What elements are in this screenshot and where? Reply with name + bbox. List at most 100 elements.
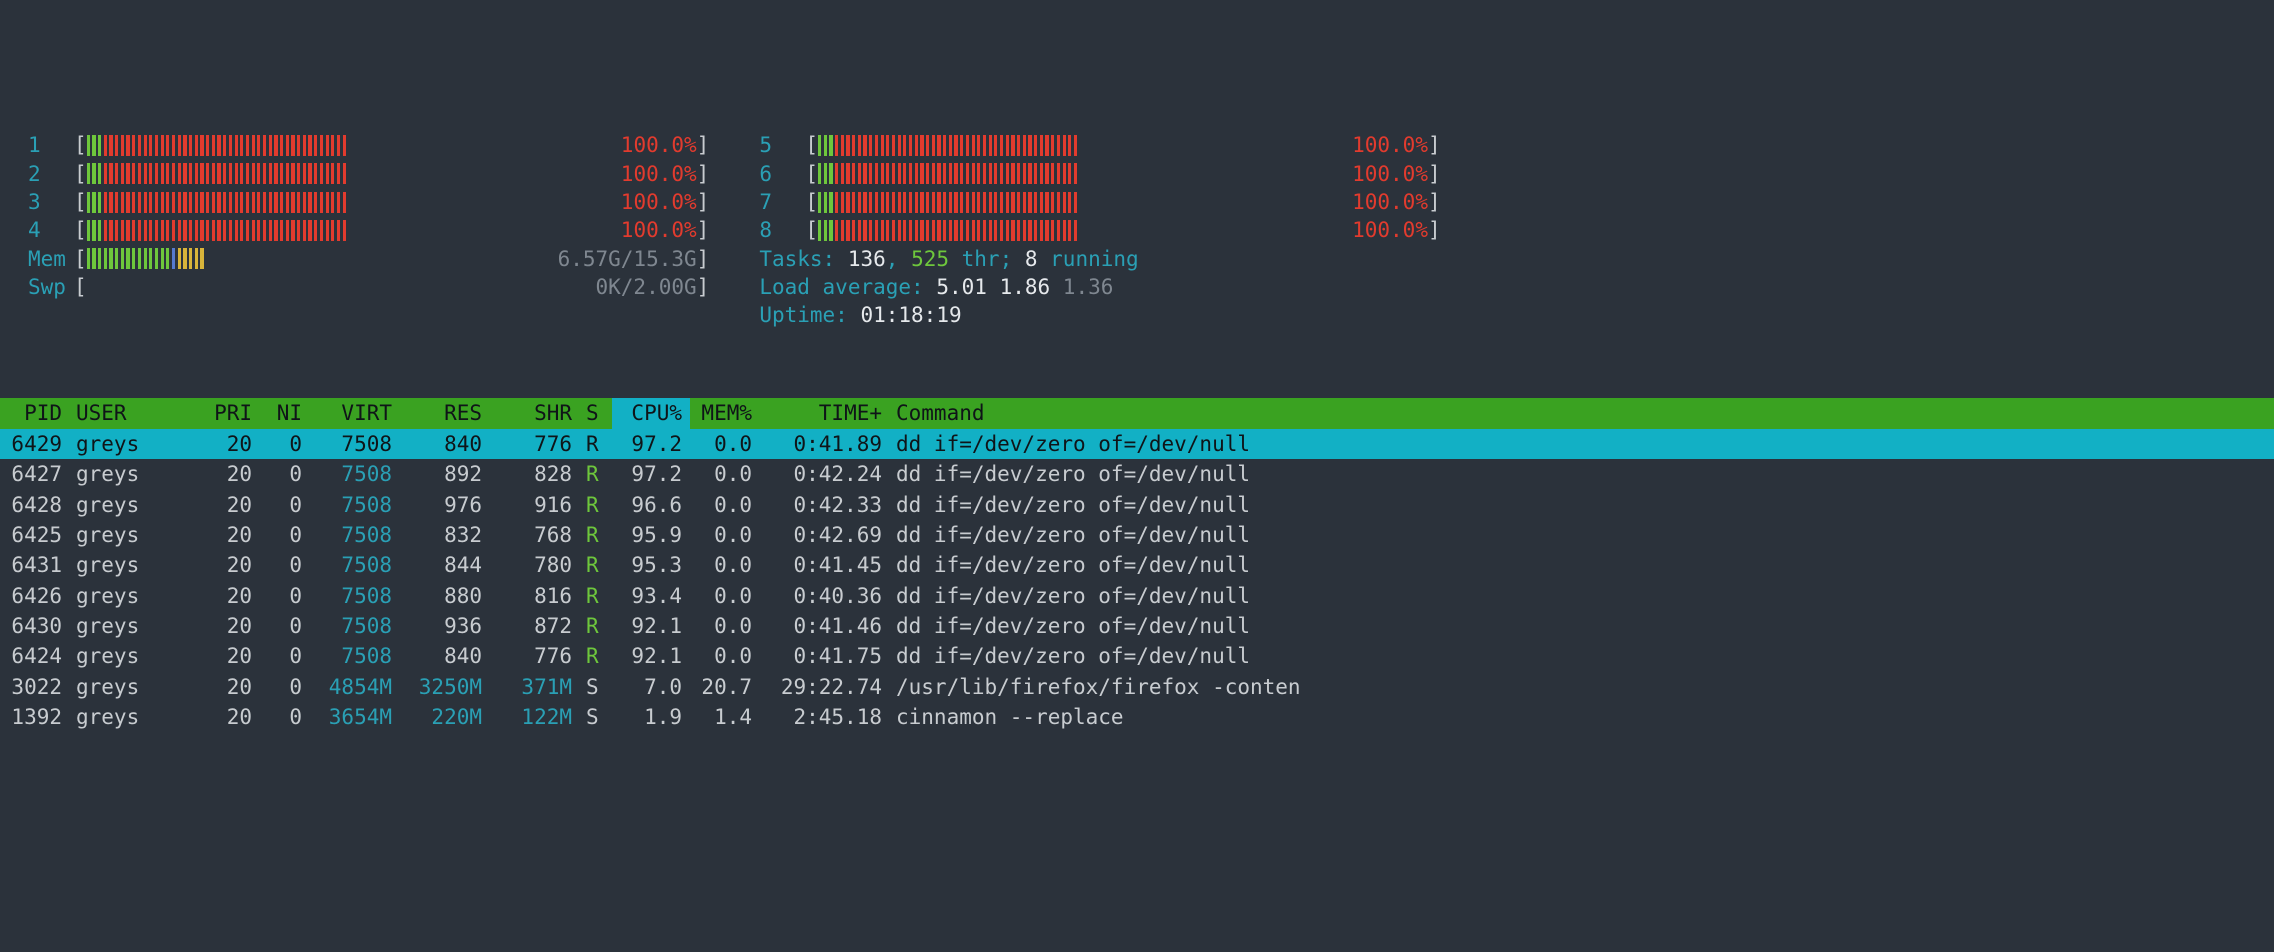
col-user[interactable]: USER bbox=[70, 398, 200, 428]
cell-mem: 0.0 bbox=[690, 459, 760, 489]
col-shr[interactable]: SHR bbox=[490, 398, 580, 428]
cell-ni: 0 bbox=[260, 520, 310, 550]
cpu-percent: 100.0% bbox=[621, 188, 697, 216]
col-pid[interactable]: PID bbox=[0, 398, 70, 428]
cpu-label: 4 bbox=[28, 216, 74, 244]
cell-res: 840 bbox=[400, 429, 490, 459]
cpu-percent: 100.0% bbox=[1352, 160, 1428, 188]
table-header-row[interactable]: PID USER PRI NI VIRT RES SHR S CPU% MEM%… bbox=[0, 398, 2274, 428]
cell-user: greys bbox=[70, 581, 200, 611]
meter-bracket-close: ] bbox=[697, 216, 710, 244]
cell-ni: 0 bbox=[260, 550, 310, 580]
col-pri[interactable]: PRI bbox=[200, 398, 260, 428]
cell-res: 840 bbox=[400, 641, 490, 671]
cell-command: dd if=/dev/zero of=/dev/null bbox=[890, 550, 2274, 580]
cpu-meter-7: 7[100.0%] bbox=[759, 188, 1440, 216]
col-s[interactable]: S bbox=[580, 398, 612, 428]
cell-shr: 768 bbox=[490, 520, 580, 550]
cell-time: 2:45.18 bbox=[760, 702, 890, 732]
process-row[interactable]: 6431greys2007508844780R95.30.00:41.45dd … bbox=[0, 550, 2274, 580]
meter-bracket-open: [ bbox=[74, 188, 87, 216]
meter-bracket-close: ] bbox=[1428, 188, 1441, 216]
col-res[interactable]: RES bbox=[400, 398, 490, 428]
cpu-meter-8: 8[100.0%] bbox=[759, 216, 1440, 244]
meter-bracket-open: [ bbox=[805, 216, 818, 244]
cpu-percent: 100.0% bbox=[1352, 216, 1428, 244]
cell-mem: 0.0 bbox=[690, 429, 760, 459]
meter-bracket-close: ] bbox=[697, 160, 710, 188]
cell-res: 892 bbox=[400, 459, 490, 489]
cell-time: 0:40.36 bbox=[760, 581, 890, 611]
cell-state: R bbox=[580, 459, 612, 489]
cpu-meter-1: 1[100.0%] bbox=[28, 131, 709, 159]
cell-virt: 3654M bbox=[310, 702, 400, 732]
process-table-body[interactable]: 6429greys2007508840776R97.20.00:41.89dd … bbox=[0, 429, 2274, 732]
cpu-meter-5: 5[100.0%] bbox=[759, 131, 1440, 159]
cpu-percent: 100.0% bbox=[1352, 188, 1428, 216]
cpu-percent: 100.0% bbox=[1352, 131, 1428, 159]
meter-bracket-open: [ bbox=[74, 160, 87, 188]
process-row[interactable]: 6424greys2007508840776R92.10.00:41.75dd … bbox=[0, 641, 2274, 671]
process-row[interactable]: 1392greys2003654M220M122MS1.91.42:45.18c… bbox=[0, 702, 2274, 732]
cell-state: S bbox=[580, 702, 612, 732]
uptime-line: Uptime: 01:18:19 bbox=[759, 301, 1440, 329]
cell-res: 976 bbox=[400, 490, 490, 520]
cpu-label: 5 bbox=[759, 131, 805, 159]
meter-bracket-close: ] bbox=[1428, 160, 1441, 188]
col-virt[interactable]: VIRT bbox=[310, 398, 400, 428]
cell-virt: 7508 bbox=[310, 459, 400, 489]
process-row[interactable]: 6429greys2007508840776R97.20.00:41.89dd … bbox=[0, 429, 2274, 459]
cell-cpu: 96.6 bbox=[612, 490, 690, 520]
cell-command: dd if=/dev/zero of=/dev/null bbox=[890, 520, 2274, 550]
process-row[interactable]: 6428greys2007508976916R96.60.00:42.33dd … bbox=[0, 490, 2274, 520]
cell-pri: 20 bbox=[200, 641, 260, 671]
cell-pid: 6424 bbox=[0, 641, 70, 671]
cell-command: dd if=/dev/zero of=/dev/null bbox=[890, 581, 2274, 611]
mem-label: Mem bbox=[28, 245, 74, 273]
cell-cpu: 97.2 bbox=[612, 429, 690, 459]
cell-cpu: 95.3 bbox=[612, 550, 690, 580]
cell-user: greys bbox=[70, 611, 200, 641]
cell-command: dd if=/dev/zero of=/dev/null bbox=[890, 490, 2274, 520]
col-mem[interactable]: MEM% bbox=[690, 398, 760, 428]
cell-pri: 20 bbox=[200, 581, 260, 611]
cpu-label: 3 bbox=[28, 188, 74, 216]
cell-mem: 0.0 bbox=[690, 520, 760, 550]
mem-meter: Mem[6.57G/15.3G] bbox=[28, 245, 709, 273]
cell-state: R bbox=[580, 550, 612, 580]
cell-state: R bbox=[580, 641, 612, 671]
cell-cpu: 95.9 bbox=[612, 520, 690, 550]
cell-command: dd if=/dev/zero of=/dev/null bbox=[890, 429, 2274, 459]
cell-virt: 7508 bbox=[310, 641, 400, 671]
process-row[interactable]: 6426greys2007508880816R93.40.00:40.36dd … bbox=[0, 581, 2274, 611]
cpu-percent: 100.0% bbox=[621, 131, 697, 159]
col-time[interactable]: TIME+ bbox=[760, 398, 890, 428]
col-cpu[interactable]: CPU% bbox=[612, 398, 690, 428]
col-ni[interactable]: NI bbox=[260, 398, 310, 428]
process-row[interactable]: 6427greys2007508892828R97.20.00:42.24dd … bbox=[0, 459, 2274, 489]
cell-res: 936 bbox=[400, 611, 490, 641]
cell-mem: 0.0 bbox=[690, 490, 760, 520]
cell-shr: 916 bbox=[490, 490, 580, 520]
cell-pri: 20 bbox=[200, 550, 260, 580]
process-table[interactable]: PID USER PRI NI VIRT RES SHR S CPU% MEM%… bbox=[0, 398, 2274, 732]
cell-state: S bbox=[580, 672, 612, 702]
cpu-meter-2: 2[100.0%] bbox=[28, 160, 709, 188]
cell-pri: 20 bbox=[200, 490, 260, 520]
cpu-percent: 100.0% bbox=[621, 160, 697, 188]
cpu-meter-4: 4[100.0%] bbox=[28, 216, 709, 244]
process-row[interactable]: 3022greys2004854M3250M371MS7.020.729:22.… bbox=[0, 672, 2274, 702]
cell-user: greys bbox=[70, 702, 200, 732]
meter-bracket-close: ] bbox=[1428, 131, 1441, 159]
cell-ni: 0 bbox=[260, 429, 310, 459]
cell-state: R bbox=[580, 429, 612, 459]
process-row[interactable]: 6425greys2007508832768R95.90.00:42.69dd … bbox=[0, 520, 2274, 550]
cell-pri: 20 bbox=[200, 611, 260, 641]
cell-pid: 6430 bbox=[0, 611, 70, 641]
cell-res: 3250M bbox=[400, 672, 490, 702]
process-row[interactable]: 6430greys2007508936872R92.10.00:41.46dd … bbox=[0, 611, 2274, 641]
cell-cpu: 93.4 bbox=[612, 581, 690, 611]
cell-pid: 1392 bbox=[0, 702, 70, 732]
meter-bracket-open: [ bbox=[74, 131, 87, 159]
col-command[interactable]: Command bbox=[890, 398, 2274, 428]
